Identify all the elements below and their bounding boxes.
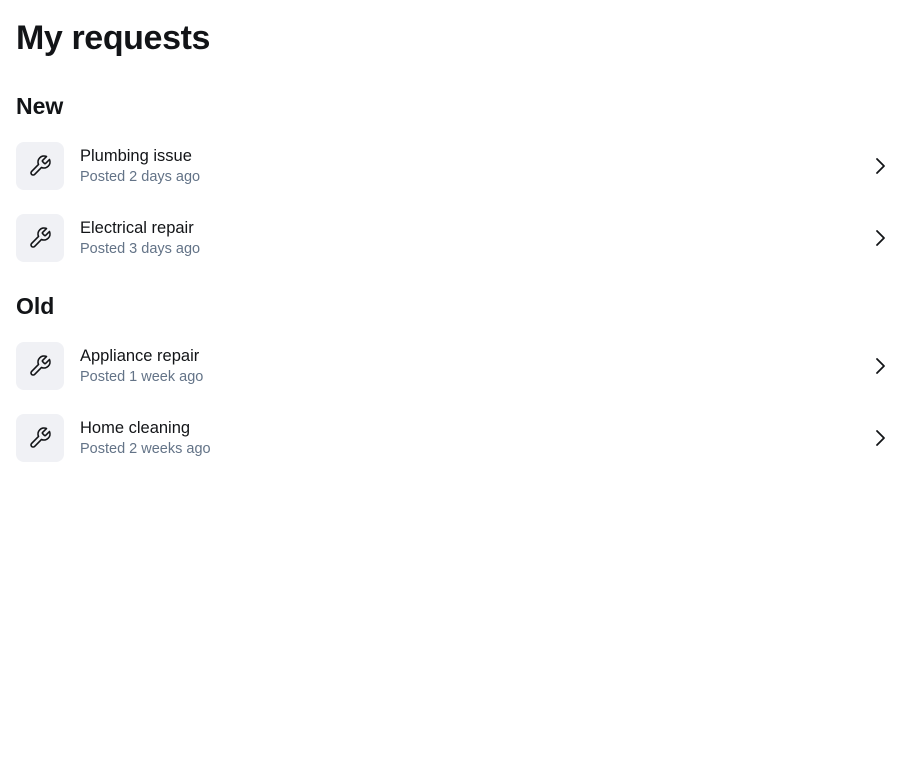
chevron-right-icon[interactable] xyxy=(868,354,892,378)
request-posted-time: Posted 1 week ago xyxy=(80,369,204,385)
request-item-electrical[interactable]: Electrical repair Posted 3 days ago xyxy=(16,214,892,262)
request-title: Home cleaning xyxy=(80,419,191,437)
request-title: Plumbing issue xyxy=(80,147,192,165)
request-title: Electrical repair xyxy=(80,219,194,237)
chevron-right-icon[interactable] xyxy=(868,154,892,178)
chevron-right-icon[interactable] xyxy=(868,426,892,450)
chevron-right-icon[interactable] xyxy=(868,226,892,250)
requests-page: My requests New Plumbing issue Posted 2 … xyxy=(0,0,908,760)
request-list-old: Appliance repair Posted 1 week ago Home … xyxy=(16,342,892,462)
request-posted-time: Posted 2 weeks ago xyxy=(80,441,211,457)
request-item-cleaning[interactable]: Home cleaning Posted 2 weeks ago xyxy=(16,414,892,462)
request-list-new: Plumbing issue Posted 2 days ago Electri… xyxy=(16,142,892,262)
request-item-text: Plumbing issue Posted 2 days ago xyxy=(80,145,868,187)
wrench-icon xyxy=(16,142,64,190)
section-title-old: Old xyxy=(16,293,55,319)
page-title: My requests xyxy=(16,19,211,57)
request-item-text: Electrical repair Posted 3 days ago xyxy=(80,217,868,259)
request-item-text: Home cleaning Posted 2 weeks ago xyxy=(80,417,868,459)
request-title: Appliance repair xyxy=(80,347,200,365)
section-title-new: New xyxy=(16,93,64,119)
request-item-text: Appliance repair Posted 1 week ago xyxy=(80,345,868,387)
request-item-plumbing[interactable]: Plumbing issue Posted 2 days ago xyxy=(16,142,892,190)
wrench-icon xyxy=(16,342,64,390)
wrench-icon xyxy=(16,214,64,262)
wrench-icon xyxy=(16,414,64,462)
request-item-appliance[interactable]: Appliance repair Posted 1 week ago xyxy=(16,342,892,390)
request-posted-time: Posted 2 days ago xyxy=(80,169,201,185)
request-posted-time: Posted 3 days ago xyxy=(80,241,201,257)
